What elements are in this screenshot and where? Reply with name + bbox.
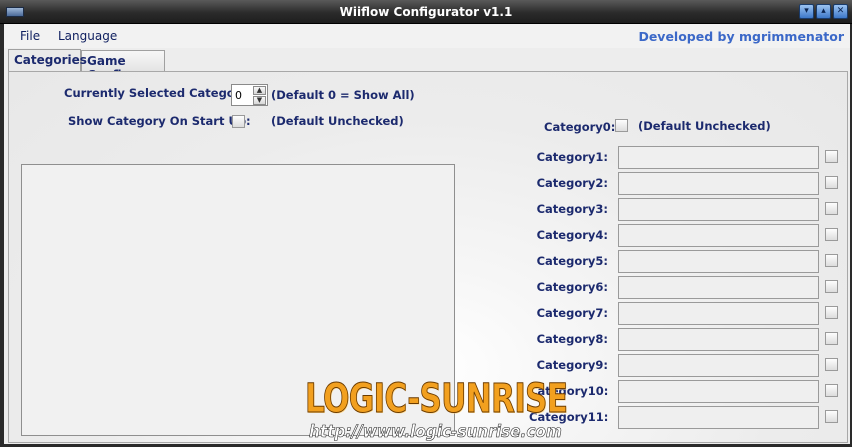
category-checkbox[interactable] xyxy=(825,384,838,397)
spin-up-icon[interactable]: ▲ xyxy=(253,86,266,95)
category-checkbox[interactable] xyxy=(825,228,838,241)
category-name-input[interactable] xyxy=(618,328,819,351)
category-checkbox[interactable] xyxy=(825,202,838,215)
spin-down-icon[interactable]: ▼ xyxy=(253,96,266,105)
category0-hint: (Default Unchecked) xyxy=(638,119,771,133)
category-checkbox[interactable] xyxy=(825,254,838,267)
selected-category-hint: (Default 0 = Show All) xyxy=(271,88,415,102)
category-name-input[interactable] xyxy=(618,380,819,403)
show-on-start-checkbox[interactable] xyxy=(232,115,245,128)
minimize-button[interactable]: ▾ xyxy=(799,4,814,19)
category-label: Category7: xyxy=(536,306,608,320)
selected-category-value[interactable]: 0 xyxy=(235,89,242,102)
category-name-input[interactable] xyxy=(618,302,819,325)
title-bar[interactable]: Wiiflow Configurator v1.1 ▾ ▴ ✕ xyxy=(0,0,852,24)
show-on-start-label: Show Category On Start Up: xyxy=(68,114,251,128)
category-label: Category3: xyxy=(536,202,608,216)
category-label: Category4: xyxy=(536,228,608,242)
app-window: Wiiflow Configurator v1.1 ▾ ▴ ✕ File Lan… xyxy=(0,0,852,447)
watermark-url: http://www.logic-sunrise.com xyxy=(309,422,562,442)
category-checkbox[interactable] xyxy=(825,176,838,189)
show-on-start-hint: (Default Unchecked) xyxy=(271,114,404,128)
category-checkbox[interactable] xyxy=(825,332,838,345)
menu-file[interactable]: File xyxy=(20,29,40,43)
category-name-input[interactable] xyxy=(618,354,819,377)
watermark-logo: LOGIC-SUNRISE http://www.logic-sunrise.c… xyxy=(305,376,569,443)
category-label: Category8: xyxy=(536,332,608,346)
window-title: Wiiflow Configurator v1.1 xyxy=(339,5,513,19)
close-button[interactable]: ✕ xyxy=(833,4,848,19)
selected-category-stepper[interactable]: 0 ▲ ▼ xyxy=(231,84,268,106)
category-name-input[interactable] xyxy=(618,250,819,273)
category-checkbox[interactable] xyxy=(825,410,838,423)
category-label: Category6: xyxy=(536,280,608,294)
tab-game-config[interactable]: Game Config xyxy=(81,50,165,82)
category-name-input[interactable] xyxy=(618,198,819,221)
category-checkbox[interactable] xyxy=(825,358,838,371)
category-label: Category9: xyxy=(536,358,608,372)
window-controls: ▾ ▴ ✕ xyxy=(799,4,848,19)
category0-checkbox[interactable] xyxy=(615,119,628,132)
category-name-input[interactable] xyxy=(618,406,819,429)
category0-label: Category0: xyxy=(544,120,616,134)
categories-panel: Currently Selected Category: 0 ▲ ▼ (Defa… xyxy=(8,71,848,443)
category-name-input[interactable] xyxy=(618,146,819,169)
category-label: Category2: xyxy=(536,176,608,190)
menu-language[interactable]: Language xyxy=(58,29,117,43)
category-name-input[interactable] xyxy=(618,224,819,247)
category-label: Category1: xyxy=(536,150,608,164)
category-name-input[interactable] xyxy=(618,172,819,195)
category-label: Category5: xyxy=(536,254,608,268)
selected-category-label: Currently Selected Category: xyxy=(64,86,253,100)
maximize-button[interactable]: ▴ xyxy=(816,4,831,19)
category-checkbox[interactable] xyxy=(825,150,838,163)
category-checkbox[interactable] xyxy=(825,306,838,319)
category-checkbox[interactable] xyxy=(825,280,838,293)
menu-bar: File Language Developed by mgrimmenator xyxy=(4,24,850,48)
category-name-input[interactable] xyxy=(618,276,819,299)
tab-categories[interactable]: Categories xyxy=(8,49,87,71)
developer-credit: Developed by mgrimmenator xyxy=(638,29,844,44)
watermark-brand: LOGIC-SUNRISE xyxy=(305,376,569,423)
client-area: File Language Developed by mgrimmenator … xyxy=(4,24,850,444)
